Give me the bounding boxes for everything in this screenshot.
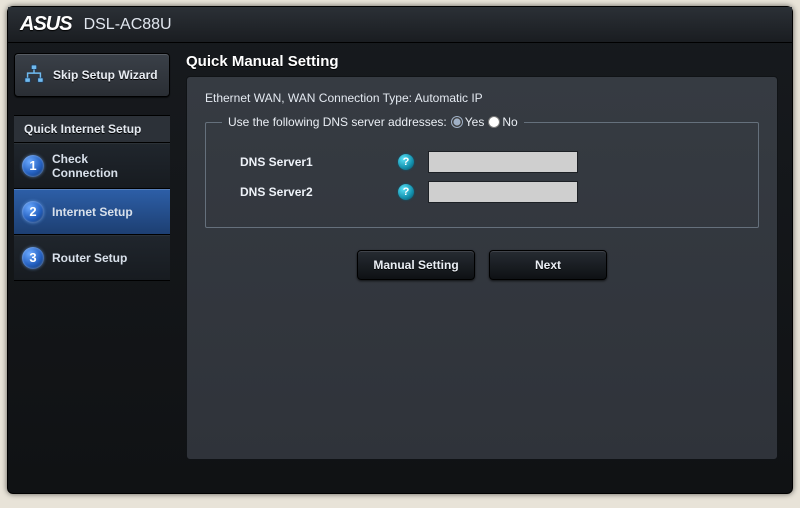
step-router-setup[interactable]: 3 Router Setup: [14, 235, 170, 281]
network-icon: [23, 64, 45, 86]
dns-no-radio[interactable]: [488, 116, 500, 128]
dns-legend-text: Use the following DNS server addresses:: [228, 115, 447, 129]
step-label: Router Setup: [52, 251, 127, 265]
sidebar-panel-title: Quick Internet Setup: [14, 115, 170, 143]
step-badge: 1: [22, 155, 44, 177]
dns-server1-row: DNS Server1 ?: [222, 151, 742, 173]
dns-legend: Use the following DNS server addresses: …: [222, 115, 524, 129]
dns-no-option[interactable]: No: [488, 115, 517, 129]
dns-server1-input[interactable]: [428, 151, 578, 173]
sidebar: Skip Setup Wizard Quick Internet Setup 1…: [8, 43, 176, 487]
dns-server2-label: DNS Server2: [240, 185, 390, 199]
dns-yes-label: Yes: [465, 115, 485, 129]
app-window: ASUS DSL-AC88U Skip Setup Wizard Quick I…: [7, 6, 793, 494]
model-name: DSL-AC88U: [84, 16, 172, 34]
page-title: Quick Manual Setting: [186, 53, 778, 70]
next-button[interactable]: Next: [489, 250, 607, 280]
step-internet-setup[interactable]: 2 Internet Setup: [14, 189, 170, 235]
manual-setting-button[interactable]: Manual Setting: [357, 250, 475, 280]
step-label: Check Connection: [52, 152, 118, 180]
dns-yes-radio[interactable]: [451, 116, 463, 128]
main: Quick Manual Setting Ethernet WAN, WAN C…: [176, 43, 792, 487]
dns-server2-row: DNS Server2 ?: [222, 181, 742, 203]
wizard-steps: 1 Check Connection 2 Internet Setup 3 Ro…: [14, 143, 170, 281]
wan-subtitle: Ethernet WAN, WAN Connection Type: Autom…: [205, 91, 759, 105]
dns-server2-input[interactable]: [428, 181, 578, 203]
help-icon[interactable]: ?: [398, 154, 414, 170]
dns-server1-label: DNS Server1: [240, 155, 390, 169]
settings-card: Ethernet WAN, WAN Connection Type: Autom…: [186, 76, 778, 460]
step-badge: 2: [22, 201, 44, 223]
skip-setup-wizard-label: Skip Setup Wizard: [53, 68, 158, 82]
body: Skip Setup Wizard Quick Internet Setup 1…: [8, 43, 792, 487]
dns-yes-option[interactable]: Yes: [451, 115, 485, 129]
step-label: Internet Setup: [52, 205, 133, 219]
skip-setup-wizard-button[interactable]: Skip Setup Wizard: [14, 53, 170, 97]
step-badge: 3: [22, 247, 44, 269]
brand-logo: ASUS: [20, 13, 72, 36]
help-icon[interactable]: ?: [398, 184, 414, 200]
dns-fieldset: Use the following DNS server addresses: …: [205, 115, 759, 228]
dns-no-label: No: [502, 115, 517, 129]
step-check-connection[interactable]: 1 Check Connection: [14, 143, 170, 189]
action-buttons: Manual Setting Next: [205, 250, 759, 280]
topbar: ASUS DSL-AC88U: [8, 7, 792, 43]
